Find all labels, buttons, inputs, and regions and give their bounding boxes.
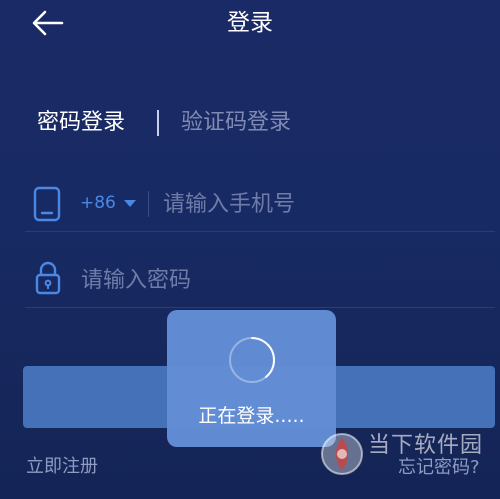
tab-code-login[interactable]: 验证码登录	[181, 105, 291, 141]
phone-input[interactable]	[163, 186, 483, 222]
tab-password-login[interactable]: 密码登录	[37, 105, 125, 141]
phone-divider	[25, 231, 495, 232]
password-input[interactable]	[81, 262, 461, 298]
page-title: 登录	[227, 10, 273, 36]
password-divider	[25, 307, 495, 308]
field-separator	[148, 191, 149, 217]
watermark-text: 当下软件园	[368, 433, 484, 458]
password-row	[25, 250, 495, 308]
loading-spinner-icon	[229, 337, 276, 383]
toast-message: 正在登录.....	[198, 405, 305, 427]
loading-toast: 正在登录.....	[167, 310, 336, 447]
phone-row: +86	[25, 178, 495, 232]
phone-icon	[33, 186, 61, 222]
country-code[interactable]: +86	[80, 190, 116, 216]
top-bar: 登录	[0, 0, 500, 52]
watermark-logo-icon	[321, 433, 363, 475]
login-tabs: 密码登录 验证码登录	[37, 105, 291, 141]
tab-separator	[157, 110, 160, 136]
register-link[interactable]: 立即注册	[26, 455, 98, 479]
lock-icon	[35, 261, 61, 295]
chevron-down-icon[interactable]	[124, 200, 136, 207]
